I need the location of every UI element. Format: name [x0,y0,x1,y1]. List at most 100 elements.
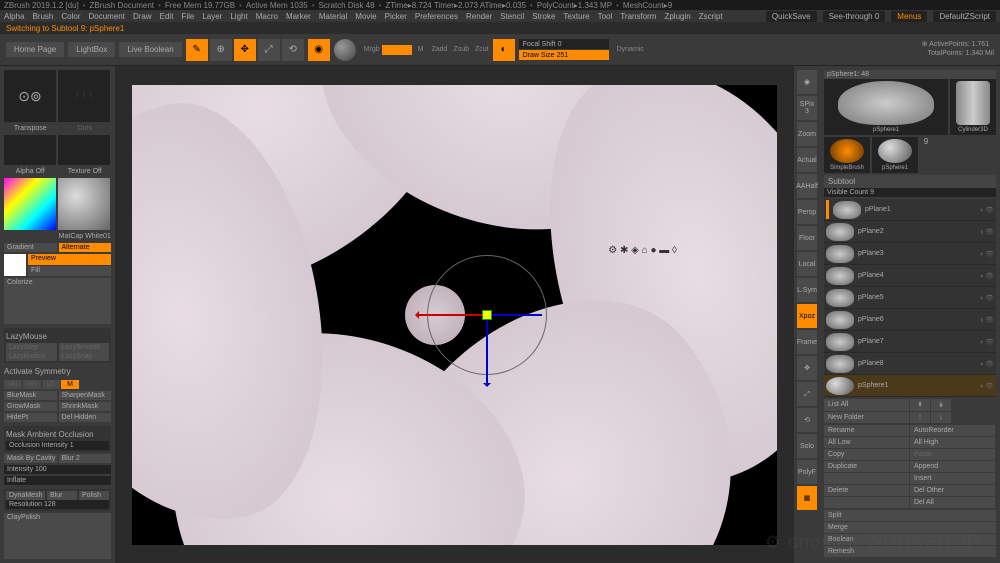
subtool-psphere1[interactable]: pSphere1◑ 👁 [824,375,996,397]
listall-button[interactable]: List All [824,399,909,411]
material-picker[interactable] [58,178,110,230]
dots-thumb[interactable]: ⋮⋮⋮ [58,70,110,122]
draw-mode-button[interactable]: ⊕ [210,39,232,61]
persp-button[interactable]: Persp [797,200,817,224]
gradient-button[interactable]: Gradient [4,243,57,252]
subtool-pplane7[interactable]: pPlane7◑ 👁 [824,331,996,353]
sym-z[interactable]: ›Z‹ [42,380,60,389]
menu-preferences[interactable]: Preferences [415,12,458,21]
menu-color[interactable]: Color [61,12,80,21]
menu-zscript[interactable]: Zscript [699,12,723,21]
menu-light[interactable]: Light [230,12,247,21]
dynamesh-button[interactable]: DynaMesh [6,491,45,500]
live-boolean-button[interactable]: Live Boolean [119,42,181,57]
tool-psphere1b[interactable]: pSphere1 [872,137,918,173]
duplicate-button[interactable]: Duplicate [824,461,909,472]
growmask-button[interactable]: GrowMask [4,402,57,411]
rotate-mode-button[interactable]: ⟲ [282,39,304,61]
allhigh-button[interactable]: All High [910,437,995,448]
solo-button[interactable]: Solo [797,434,817,458]
move-nav-icon[interactable]: ✥ [797,356,817,380]
up2-button[interactable]: ↑ [910,412,930,423]
viewport[interactable]: ⚙ ✱ ◈ ⌂ ● ▬ ◊ [132,85,777,545]
quicksave-button[interactable]: QuickSave [766,11,817,22]
frame-button[interactable]: Frame [797,330,817,354]
menu-brush[interactable]: Brush [32,12,53,21]
zadd-label[interactable]: Zadd [431,46,447,53]
actual-button[interactable]: Actual [797,148,817,172]
transform-gizmo[interactable] [417,245,557,385]
blurmask-button[interactable]: BlurMask [4,391,57,400]
home-page-button[interactable]: Home Page [6,42,64,57]
subtool-header[interactable]: Subtool [824,175,996,188]
menu-macro[interactable]: Macro [256,12,278,21]
dyna-blur[interactable]: Blur [47,491,77,500]
default-zscript[interactable]: DefaultZScript [933,11,996,22]
zsub-label[interactable]: Zsub [453,46,469,53]
subtool-pplane8[interactable]: pPlane8◑ 👁 [824,353,996,375]
menu-alpha[interactable]: Alpha [4,12,24,21]
menus-toggle[interactable]: Menus [891,11,927,22]
delete-button[interactable]: Delete [824,485,909,496]
delall-button[interactable]: Del All [910,497,995,508]
spix-slider[interactable]: SPix 3 [797,96,817,120]
menu-draw[interactable]: Draw [133,12,152,21]
newfolder-button[interactable]: New Folder [824,412,909,423]
lsym-button[interactable]: L.Sym [797,278,817,302]
menu-texture[interactable]: Texture [563,12,589,21]
menu-edit[interactable]: Edit [160,12,174,21]
tool-psphere1[interactable]: pSphere1 [824,79,948,135]
menu-render[interactable]: Render [466,12,492,21]
zoom-button[interactable]: Zoom [797,122,817,146]
lazysnap[interactable]: LazySnap [59,352,110,361]
insert-button[interactable]: Insert [910,473,995,484]
gizmo-origin[interactable] [482,310,492,320]
menu-marker[interactable]: Marker [286,12,311,21]
inflate-slider[interactable]: Inflate [4,476,111,485]
resolution-slider[interactable]: Resolution 128 [6,500,109,509]
fill-button[interactable]: Fill [28,266,111,277]
visible-count[interactable]: Visible Count 9 [824,188,996,197]
lazysmooth[interactable]: LazySmooth [59,343,110,352]
gizmo-toolbar[interactable]: ⚙ ✱ ◈ ⌂ ● ▬ ◊ [608,245,677,256]
alternate-button[interactable]: Alternate [59,243,112,252]
menu-zplugin[interactable]: Zplugin [664,12,690,21]
gizmo-x-axis[interactable] [417,314,487,316]
mask-cavity-button[interactable]: Mask By Cavity [4,454,57,463]
autoreorder-button[interactable]: AutoReorder [910,425,995,436]
gizmo-z-axis[interactable] [487,314,542,316]
rename-button[interactable]: Rename [824,425,909,436]
claypolish-button[interactable]: ClayPolish [4,513,111,559]
mrgb-label[interactable]: Mrgb [364,46,380,53]
subtool-pplane6[interactable]: pPlane6◑ 👁 [824,309,996,331]
menu-file[interactable]: File [181,12,194,21]
local-button[interactable]: Local [797,252,817,276]
m-label[interactable]: M [418,46,424,53]
edit-mode-button[interactable]: ✎ [186,39,208,61]
append-button[interactable]: Append [910,461,995,472]
menu-document[interactable]: Document [89,12,125,21]
rotate-nav-icon[interactable]: ⟲ [797,408,817,432]
subtool-pplane5[interactable]: pPlane5◑ 👁 [824,287,996,309]
down-button[interactable]: ↡ [931,399,951,411]
sym-x[interactable]: ›X‹ [4,380,22,389]
blur2-slider[interactable]: Blur 2 [59,454,112,463]
tool-simplebrush[interactable]: SimpleBrush [824,137,870,173]
down2-button[interactable]: ↓ [931,412,951,423]
floor-button[interactable]: Floor [797,226,817,250]
lightbox-button[interactable]: LightBox [68,42,115,57]
draw-size-slider[interactable]: Draw Size 251 [519,50,609,60]
menu-movie[interactable]: Movie [355,12,376,21]
brush-thumb[interactable] [4,135,56,165]
xpoz-button[interactable]: Xpoz [797,304,817,328]
intensity-slider[interactable]: Intensity 100 [4,465,111,474]
scale-mode-button[interactable]: ⤢ [258,39,280,61]
menu-stencil[interactable]: Stencil [500,12,524,21]
preview-button[interactable]: Preview [28,254,111,265]
move-mode-button[interactable]: ✥ [234,39,256,61]
menu-layer[interactable]: Layer [202,12,222,21]
delhidden-button[interactable]: Del Hidden [59,413,112,422]
lazymouse-label[interactable]: LazyMouse [6,330,109,343]
menu-transform[interactable]: Transform [620,12,656,21]
shrinkmask-button[interactable]: ShrinkMask [59,402,112,411]
